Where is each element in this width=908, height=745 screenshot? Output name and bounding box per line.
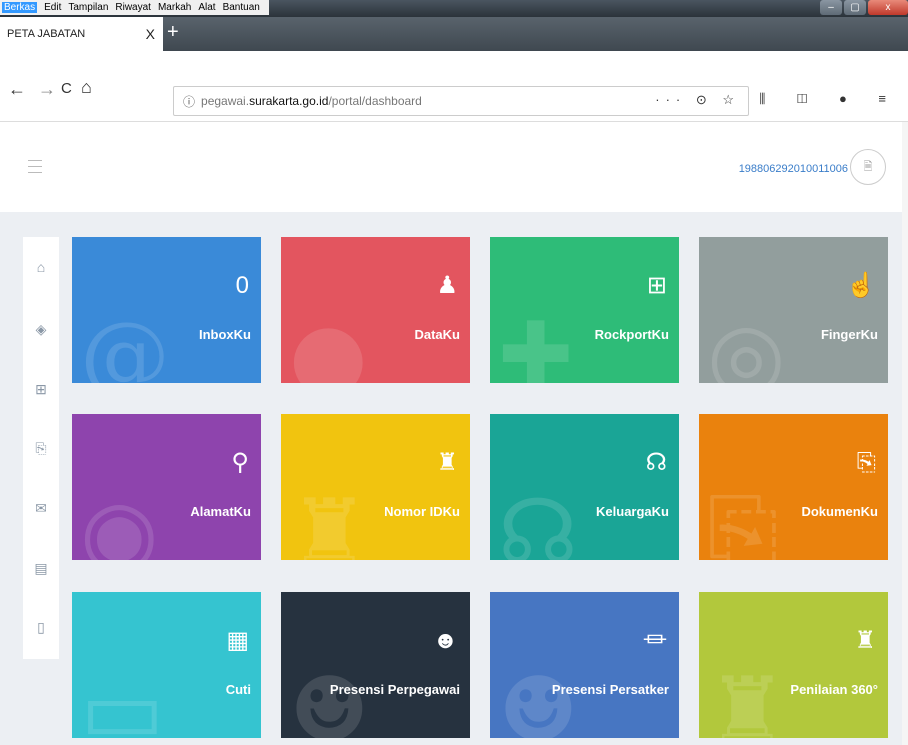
- tile-label: Presensi Persatker: [551, 682, 669, 697]
- tile-background-mark: ☻: [498, 658, 579, 739]
- forward-button[interactable]: →: [38, 79, 56, 100]
- close-window-button[interactable]: x: [868, 0, 908, 15]
- home-button[interactable]: ⌂: [81, 77, 92, 98]
- tab-strip: PETA JABATAN X +: [0, 17, 908, 51]
- page-header: 198806292010011006 🗎: [0, 122, 908, 212]
- mobile-icon[interactable]: ▯: [23, 619, 59, 636]
- tile-dokumenku[interactable]: ⎘ ⎘ DokumenKu: [699, 414, 888, 560]
- calendar-icon: ▦: [226, 627, 249, 654]
- user-icon: ♟: [436, 272, 458, 299]
- tile-label: FingerKu: [820, 327, 878, 342]
- new-tab-button[interactable]: +: [167, 21, 179, 44]
- tile-presensi-perpegawai[interactable]: ☻ ☻ Presensi Perpegawai: [281, 592, 470, 738]
- tile-rockportku[interactable]: ✚ ⊞ RockportKu: [490, 237, 679, 383]
- info-icon[interactable]: ⓘ: [183, 93, 195, 110]
- tile-nomor-idku[interactable]: ♜ ♜ Nomor IDKu: [281, 414, 470, 560]
- group-icon: ☻: [432, 627, 458, 654]
- page-actions[interactable]: ··· ⊙ ☆: [655, 92, 740, 108]
- page-scrollbar[interactable]: [902, 122, 908, 745]
- menu-edit[interactable]: Edit: [44, 2, 61, 13]
- hamburger-menu-icon[interactable]: [28, 160, 42, 178]
- tile-dataku[interactable]: ● ♟ DataKu: [281, 237, 470, 383]
- side-nav: ⌂ ◈ ⊞ ⎘ ✉ ▤ ▯: [23, 237, 59, 659]
- tab-peta-jabatan[interactable]: PETA JABATAN X: [0, 17, 163, 51]
- tile-cuti[interactable]: ▭ ▦ Cuti: [72, 592, 261, 738]
- bank-icon: ⏛: [643, 627, 667, 654]
- menu-berkas[interactable]: Berkas: [2, 2, 38, 13]
- minimize-button[interactable]: –: [820, 0, 842, 15]
- files-icon: ⎘: [856, 449, 876, 476]
- url-text: pegawai.surakarta.go.id/portal/dashboard: [201, 94, 422, 108]
- tile-label: RockportKu: [594, 327, 669, 342]
- tile-label: DataKu: [414, 327, 460, 342]
- id-icon: ♜: [436, 449, 458, 476]
- tab-title: PETA JABATAN: [7, 28, 86, 40]
- tile-background-mark: ☻: [289, 658, 370, 739]
- tile-background-mark: ✚: [498, 303, 574, 384]
- menu-tampilan[interactable]: Tampilan: [68, 2, 108, 13]
- tile-background-mark: ◉: [80, 480, 159, 561]
- close-tab-icon[interactable]: X: [146, 26, 155, 42]
- tile-label: DokumenKu: [801, 504, 878, 519]
- tile-background-mark: ♜: [707, 658, 788, 739]
- award-icon: ♜: [854, 627, 876, 654]
- avatar[interactable]: 🗎: [850, 149, 886, 185]
- reload-button[interactable]: C: [61, 80, 72, 97]
- menu-riwayat[interactable]: Riwayat: [115, 2, 151, 13]
- mail-icon[interactable]: ✉: [23, 500, 59, 517]
- tile-background-mark: ⎘: [707, 480, 779, 561]
- tile-penilaian-360[interactable]: ♜ ♜ Penilaian 360°: [699, 592, 888, 738]
- family-icon: ☊: [645, 449, 667, 476]
- tile-label: KeluargaKu: [596, 504, 669, 519]
- layers-icon[interactable]: ◈: [23, 321, 59, 338]
- toolbar-icons[interactable]: ⫼ ◫ ● ≡: [759, 91, 900, 107]
- tile-inboxku[interactable]: @0 InboxKu: [72, 237, 261, 383]
- tile-label: Nomor IDKu: [384, 504, 460, 519]
- menu-bar: Berkas Edit Tampilan Riwayat Markah Alat…: [0, 0, 269, 15]
- briefcase-icon[interactable]: ⊞: [23, 381, 59, 398]
- fingerprint-icon: ◎: [707, 303, 786, 384]
- hand-pointer-icon: ☝: [846, 272, 876, 299]
- menu-alat[interactable]: Alat: [198, 2, 215, 13]
- menu-bantuan[interactable]: Bantuan: [223, 2, 260, 13]
- tile-background-mark: @: [80, 303, 170, 384]
- tile-alamatku[interactable]: ◉ ⚲ AlamatKu: [72, 414, 261, 560]
- tile-fingerku[interactable]: ◎ ☝ FingerKu: [699, 237, 888, 383]
- menu-markah[interactable]: Markah: [158, 2, 191, 13]
- tile-label: Presensi Perpegawai: [329, 682, 460, 697]
- book-icon[interactable]: ▤: [23, 560, 59, 577]
- tile-label: Penilaian 360°: [790, 682, 878, 697]
- browser-navbar: ← → C ⌂ ⓘ pegawai.surakarta.go.id/portal…: [0, 51, 908, 122]
- plus-square-icon: ⊞: [646, 272, 667, 299]
- window-controls: – ▢ x: [818, 0, 908, 17]
- tile-background-mark: ♜: [289, 480, 370, 561]
- documents-icon[interactable]: ⎘: [23, 440, 59, 457]
- tile-background-mark: ☊: [498, 480, 578, 561]
- home-icon[interactable]: ⌂: [23, 259, 59, 275]
- tile-label: InboxKu: [199, 327, 251, 342]
- tile-keluargaku[interactable]: ☊ ☊ KeluargaKu: [490, 414, 679, 560]
- tile-presensi-persatker[interactable]: ☻ ⏛ Presensi Persatker: [490, 592, 679, 738]
- tile-background-mark: ●: [289, 303, 368, 384]
- tile-label: AlamatKu: [190, 504, 251, 519]
- url-bar[interactable]: ⓘ pegawai.surakarta.go.id/portal/dashboa…: [173, 86, 749, 116]
- map-marker-icon: ⚲: [231, 449, 249, 476]
- inbox-icon: 0: [235, 272, 249, 299]
- tile-background-mark: ▭: [80, 658, 166, 739]
- back-button[interactable]: ←: [8, 79, 26, 100]
- maximize-button[interactable]: ▢: [844, 0, 866, 15]
- tile-label: Cuti: [225, 682, 251, 697]
- user-id[interactable]: 198806292010011006: [739, 163, 848, 175]
